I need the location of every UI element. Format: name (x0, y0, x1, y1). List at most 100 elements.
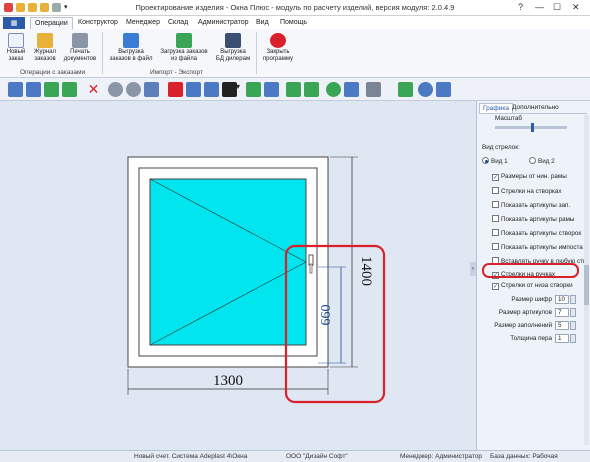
tab-administrator[interactable]: Администратор (194, 17, 253, 29)
menu-tabs: ▦ Операции Конструктор Менеджер Склад Ад… (0, 16, 590, 29)
panel-scrollbar[interactable] (584, 115, 589, 445)
checkbox-box[interactable] (492, 201, 499, 208)
close-button[interactable]: ✕ (572, 2, 580, 13)
checkbox-box[interactable]: ✓ (492, 283, 499, 290)
fill-size-input[interactable]: 5 (555, 321, 569, 330)
delete-icon[interactable]: ✕ (86, 82, 101, 97)
arrow-view-label: Вид стрелок: (482, 144, 520, 151)
checkbox-box[interactable]: ✓ (492, 174, 499, 181)
tab-operations[interactable]: Операции (30, 17, 73, 29)
glass-icon[interactable] (168, 82, 183, 97)
drawing-canvas[interactable]: 1300 1400 660 (0, 101, 472, 450)
add-frame-icon[interactable] (44, 82, 59, 97)
calculator-icon[interactable] (366, 82, 381, 97)
tab-manager[interactable]: Менеджер (122, 17, 164, 29)
highlight-box-checkbox (482, 263, 579, 278)
checkbox-arrows-from-sash-bottom[interactable]: ✓ Стрелки от низа створки (492, 282, 573, 290)
export-icon (123, 33, 139, 48)
article-size-input[interactable]: 7 (555, 308, 569, 317)
export-orders-label-2: заказов в файл (109, 56, 153, 62)
add-circle-icon[interactable] (326, 82, 341, 97)
maximize-button[interactable]: ☐ (553, 2, 561, 13)
field-label-code-size: Размер шифр (511, 296, 552, 303)
fill-size-spinner[interactable] (570, 321, 576, 330)
status-system: Новый счет. Система Adeplast 4\Окна (134, 453, 248, 460)
pen-width-spinner[interactable] (570, 334, 576, 343)
help-button[interactable]: ? (518, 2, 523, 12)
toolbar-dropdown-icon[interactable]: ▾ (236, 82, 244, 97)
minimize-button[interactable]: — (535, 2, 544, 12)
code-size-input[interactable]: 10 (555, 295, 569, 304)
export-orders-button[interactable]: Выгрузка заказов в файл (108, 33, 154, 63)
settings-gear-icon[interactable] (108, 82, 123, 97)
map-icon[interactable] (304, 82, 319, 97)
view-option-2-label: Вид 2 (538, 158, 555, 165)
checkbox-arrows-on-sashes[interactable]: Стрелки на створках (492, 187, 562, 195)
checkbox-show-articles-fill[interactable]: Показать артикулы зап. (492, 201, 570, 209)
brush-icon[interactable] (344, 82, 359, 97)
export-db-button[interactable]: Выгрузка БД дилерам (214, 33, 252, 63)
tab-constructor[interactable]: Конструктор (74, 17, 122, 29)
tab-view[interactable]: Вид (252, 17, 273, 29)
zoom-icon[interactable] (418, 82, 433, 97)
add-element-icon[interactable] (62, 82, 77, 97)
scale-slider[interactable] (495, 123, 567, 132)
checkbox-box[interactable] (492, 215, 499, 222)
print-documents-label-2: документов (63, 56, 97, 62)
view-option-1[interactable]: Вид 1 (482, 157, 508, 165)
checkbox-box[interactable] (492, 187, 499, 194)
checkbox-label: Размеры от нин. рамы (501, 173, 567, 180)
radio-view-2[interactable] (529, 157, 536, 164)
grid-icon[interactable] (144, 82, 159, 97)
view-option-2[interactable]: Вид 2 (529, 157, 555, 165)
import-orders-label: Загрузка заказов (160, 49, 208, 55)
new-document-icon (8, 33, 24, 48)
layout-vertical-icon[interactable] (8, 82, 23, 97)
panel-scrollbar-thumb[interactable] (584, 265, 589, 305)
new-order-button[interactable]: Новый заказ (5, 33, 27, 63)
import-orders-label-2: из файла (170, 56, 198, 62)
title-bar: ▾ Проектирование изделия - Окна Плюс - м… (0, 0, 590, 16)
add-icon[interactable] (398, 82, 413, 97)
import-orders-button[interactable]: Загрузка заказов из файла (158, 33, 210, 63)
checkbox-dimensions-from-frame[interactable]: ✓ Размеры от нин. рамы (492, 173, 567, 181)
checkbox-show-articles-impost[interactable]: Показать артикулы импоста (492, 243, 583, 251)
download-icon[interactable] (246, 82, 261, 97)
checkbox-box[interactable] (492, 243, 499, 250)
window-title: Проектирование изделия - Окна Плюс - мод… (135, 3, 455, 12)
tab-help[interactable]: Помощь (276, 17, 311, 29)
checkbox-label: Показать артикулы рамы (501, 216, 575, 223)
orders-journal-button[interactable]: Журнал заказов (32, 33, 58, 63)
close-program-label-2: программу (262, 56, 294, 62)
field-label-fill-size: Размер заполнений (494, 322, 552, 329)
close-program-button[interactable]: Закрыть программу (260, 33, 296, 63)
sash-icon[interactable] (186, 82, 201, 97)
color-icon[interactable] (222, 82, 237, 97)
checkbox-show-articles-frame[interactable]: Показать артикулы рамы (492, 215, 574, 223)
code-size-spinner[interactable] (570, 295, 576, 304)
print-documents-button[interactable]: Печать документов (62, 33, 98, 63)
checkbox-box[interactable] (492, 229, 499, 236)
tab-graphics[interactable]: Графика (479, 103, 513, 113)
monitor-icon[interactable] (436, 82, 451, 97)
database-icon (225, 33, 241, 48)
checkbox-show-articles-sashes[interactable]: Показать артикулы створок (492, 229, 581, 237)
route-icon[interactable] (286, 82, 301, 97)
radio-view-1[interactable] (482, 157, 489, 164)
settings-alt-icon[interactable] (126, 82, 141, 97)
glass-pane[interactable] (149, 178, 307, 346)
checkbox-label: Стрелки на створках (501, 188, 562, 195)
power-icon (270, 33, 286, 48)
pen-width-input[interactable]: 1 (555, 334, 569, 343)
checkbox-label: Показать артикулы зап. (501, 202, 571, 209)
article-size-spinner[interactable] (570, 308, 576, 317)
layout-horizontal-icon[interactable] (26, 82, 41, 97)
scale-slider-thumb[interactable] (531, 123, 534, 132)
ribbon: Новый заказ Журнал заказов Печать докуме… (0, 29, 590, 78)
tab-additional[interactable]: Дополнительно (509, 103, 562, 113)
tab-warehouse[interactable]: Склад (164, 17, 192, 29)
export-orders-label: Выгрузка (118, 49, 144, 55)
print-preview-icon[interactable] (264, 82, 279, 97)
profile-icon[interactable] (204, 82, 219, 97)
file-menu-button[interactable]: ▦ (3, 17, 25, 29)
